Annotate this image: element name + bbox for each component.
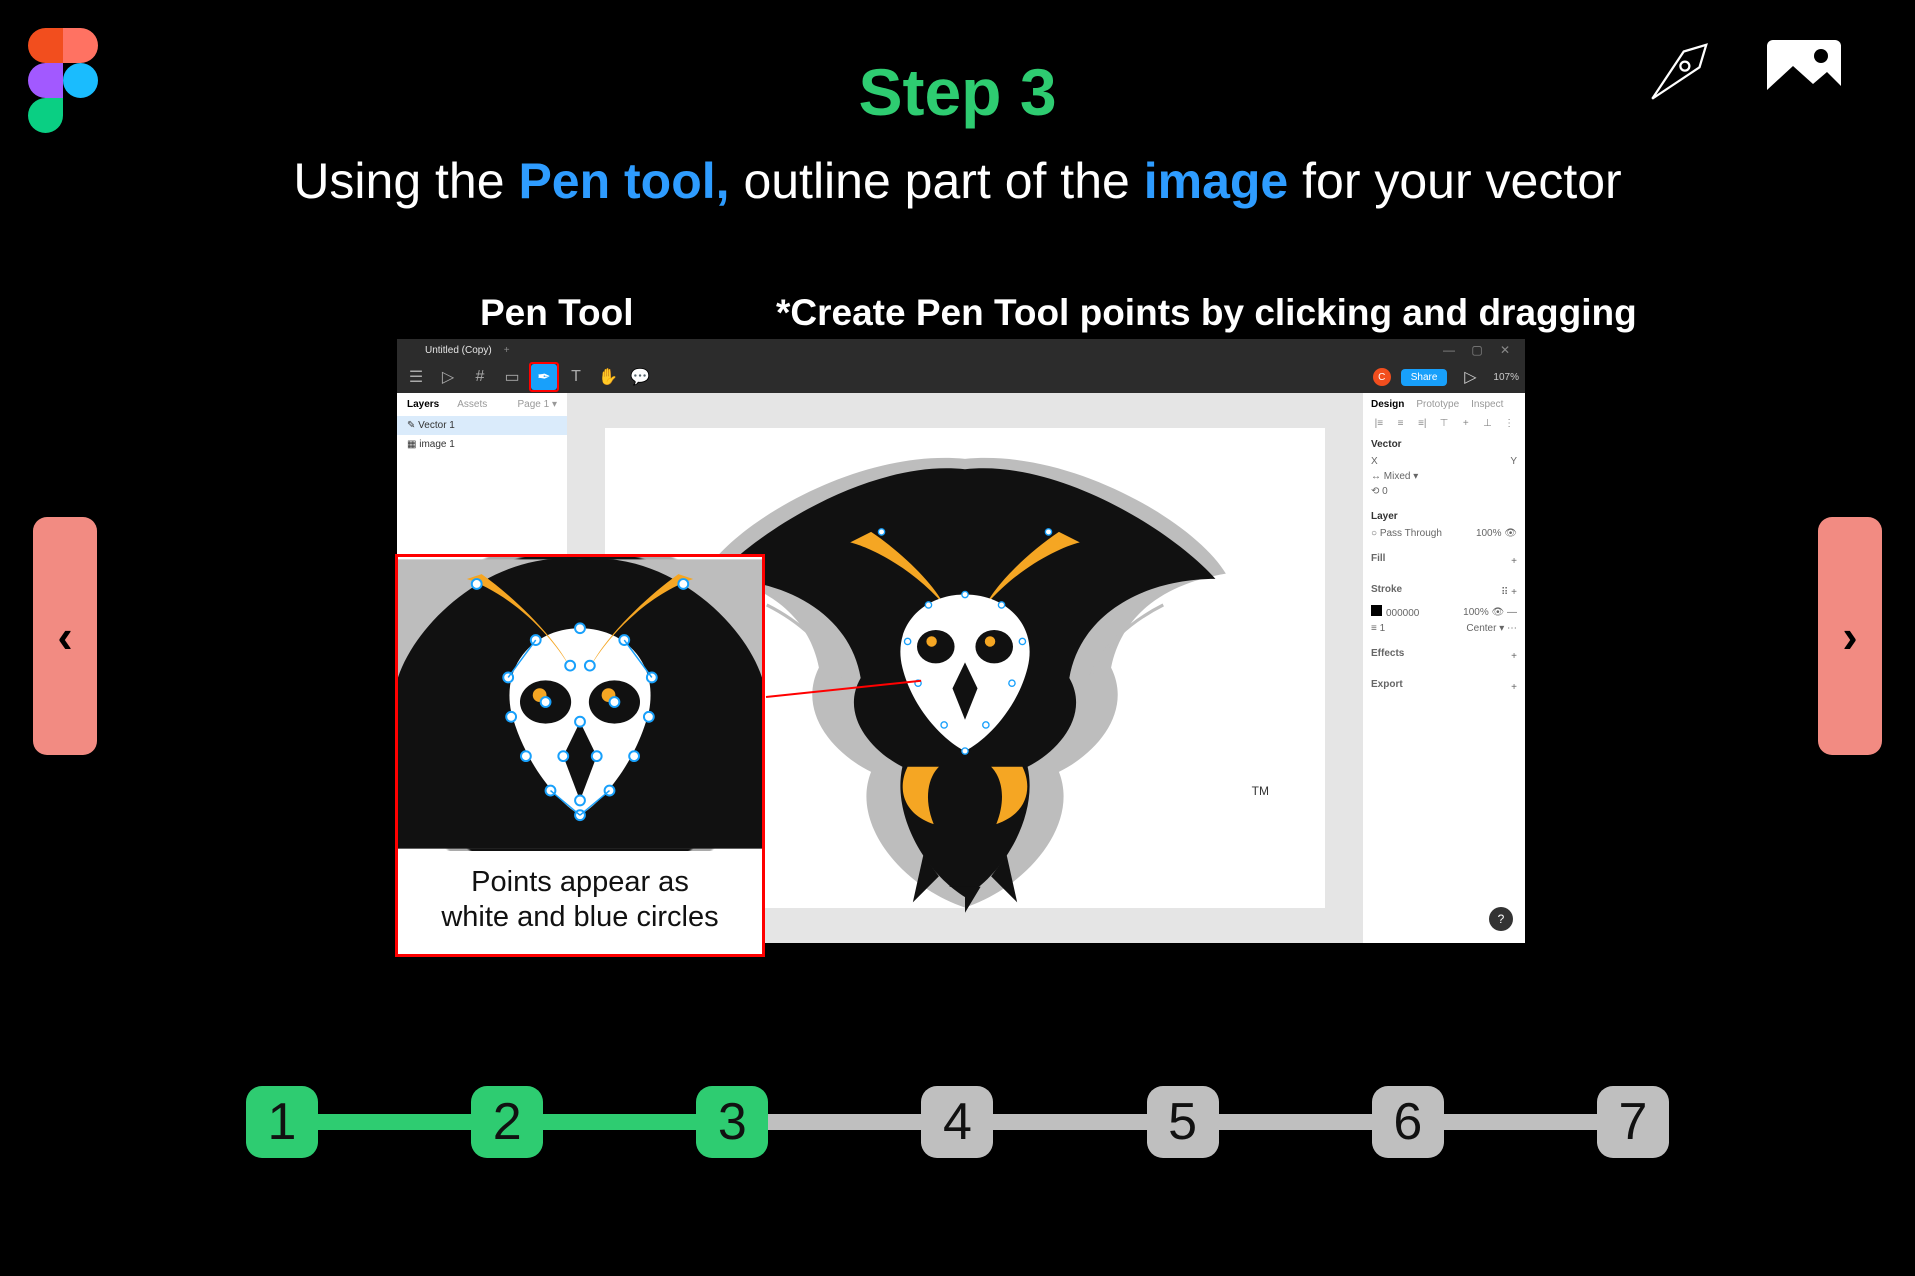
zoom-level[interactable]: 107% [1493, 372, 1519, 383]
keyword-image: image [1144, 153, 1289, 209]
step-node-7[interactable]: 7 [1597, 1086, 1669, 1158]
layers-tab[interactable]: Layers [407, 399, 439, 410]
menu-button[interactable]: ☰ [403, 364, 429, 390]
stroke-style-button[interactable]: ⠿ [1501, 587, 1508, 598]
fill-section: Fill [1371, 553, 1385, 564]
add-stroke-button[interactable]: + [1511, 587, 1517, 598]
export-section: Export [1371, 679, 1403, 690]
align-controls[interactable]: |≡≡≡|⊤+⊥⋮ [1371, 418, 1517, 429]
keyword-pen-tool: Pen tool, [518, 153, 729, 209]
prototype-tab[interactable]: Prototype [1416, 399, 1459, 410]
blend-mode[interactable]: ○ Pass Through100% 👁 [1371, 528, 1517, 539]
pen-tool-button[interactable]: ✒ [531, 364, 557, 390]
pen-nib-icon [1641, 38, 1713, 115]
image-icon [1765, 38, 1843, 115]
step-node-6[interactable]: 6 [1372, 1086, 1444, 1158]
prev-step-button[interactable]: ‹ [33, 517, 97, 755]
present-button[interactable]: ▷ [1457, 364, 1483, 390]
file-tab[interactable]: Untitled (Copy) [425, 345, 492, 356]
window-minimize-icon[interactable]: — [1435, 339, 1463, 361]
page-selector[interactable]: Page 1 ▾ [517, 399, 557, 410]
assets-tab[interactable]: Assets [457, 399, 487, 410]
step-title: Step 3 [858, 54, 1056, 130]
stroke-color-row[interactable]: 000000100% 👁 — [1371, 605, 1517, 619]
inspect-tab[interactable]: Inspect [1471, 399, 1503, 410]
pen-tool-label: Pen Tool [480, 292, 633, 334]
layer-section: Layer [1371, 511, 1517, 522]
layer-row-vector[interactable]: ✎ Vector 1 [397, 416, 567, 435]
add-export-button[interactable]: + [1511, 682, 1517, 693]
avatar[interactable]: C [1373, 368, 1391, 386]
window-close-icon[interactable]: ✕ [1491, 339, 1519, 361]
step-progress: 1 2 3 4 5 6 7 [246, 1080, 1669, 1164]
window-tab-bar: Untitled (Copy) + — ▢ ✕ [397, 339, 1525, 361]
layer-row-image[interactable]: ▦ image 1 [397, 435, 567, 454]
pen-tool-highlight [529, 362, 559, 392]
frame-tool-button[interactable]: # [467, 364, 493, 390]
step-node-3[interactable]: 3 [696, 1086, 768, 1158]
comment-tool-button[interactable]: 💬 [627, 364, 653, 390]
callout-caption: Points appear as white and blue circles [398, 851, 762, 954]
add-effect-button[interactable]: + [1511, 651, 1517, 662]
new-tab-button[interactable]: + [504, 345, 510, 356]
step-node-1[interactable]: 1 [246, 1086, 318, 1158]
help-button[interactable]: ? [1489, 907, 1513, 931]
step-node-5[interactable]: 5 [1147, 1086, 1219, 1158]
vector-section: Vector [1371, 439, 1517, 450]
effects-section: Effects [1371, 648, 1404, 659]
zoom-owl-face [398, 557, 762, 851]
figma-toolbar: ☰ ▷ # ▭ ✒ T ✋ 💬 C Share ▷ 107% [397, 361, 1525, 393]
stroke-section: Stroke [1371, 584, 1402, 595]
zoom-callout: Points appear as white and blue circles [395, 554, 765, 957]
trademark-label: TM [1252, 784, 1269, 798]
figma-logo-icon [28, 28, 98, 133]
properties-panel: Design Prototype Inspect |≡≡≡|⊤+⊥⋮ Vecto… [1363, 393, 1525, 943]
next-step-button[interactable]: › [1818, 517, 1882, 755]
hand-tool-button[interactable]: ✋ [595, 364, 621, 390]
step-node-4[interactable]: 4 [921, 1086, 993, 1158]
add-fill-button[interactable]: + [1511, 556, 1517, 567]
window-maximize-icon[interactable]: ▢ [1463, 339, 1491, 361]
stroke-weight-row[interactable]: ≡ 1Center ▾ ⋯ [1371, 623, 1517, 634]
step-subtitle: Using the Pen tool, outline part of the … [293, 152, 1621, 210]
text-tool-button[interactable]: T [563, 364, 589, 390]
shape-tool-button[interactable]: ▭ [499, 364, 525, 390]
design-tab[interactable]: Design [1371, 399, 1404, 410]
step-node-2[interactable]: 2 [471, 1086, 543, 1158]
move-tool-button[interactable]: ▷ [435, 364, 461, 390]
pen-tool-tip: *Create Pen Tool points by clicking and … [776, 292, 1637, 334]
share-button[interactable]: Share [1401, 369, 1448, 386]
